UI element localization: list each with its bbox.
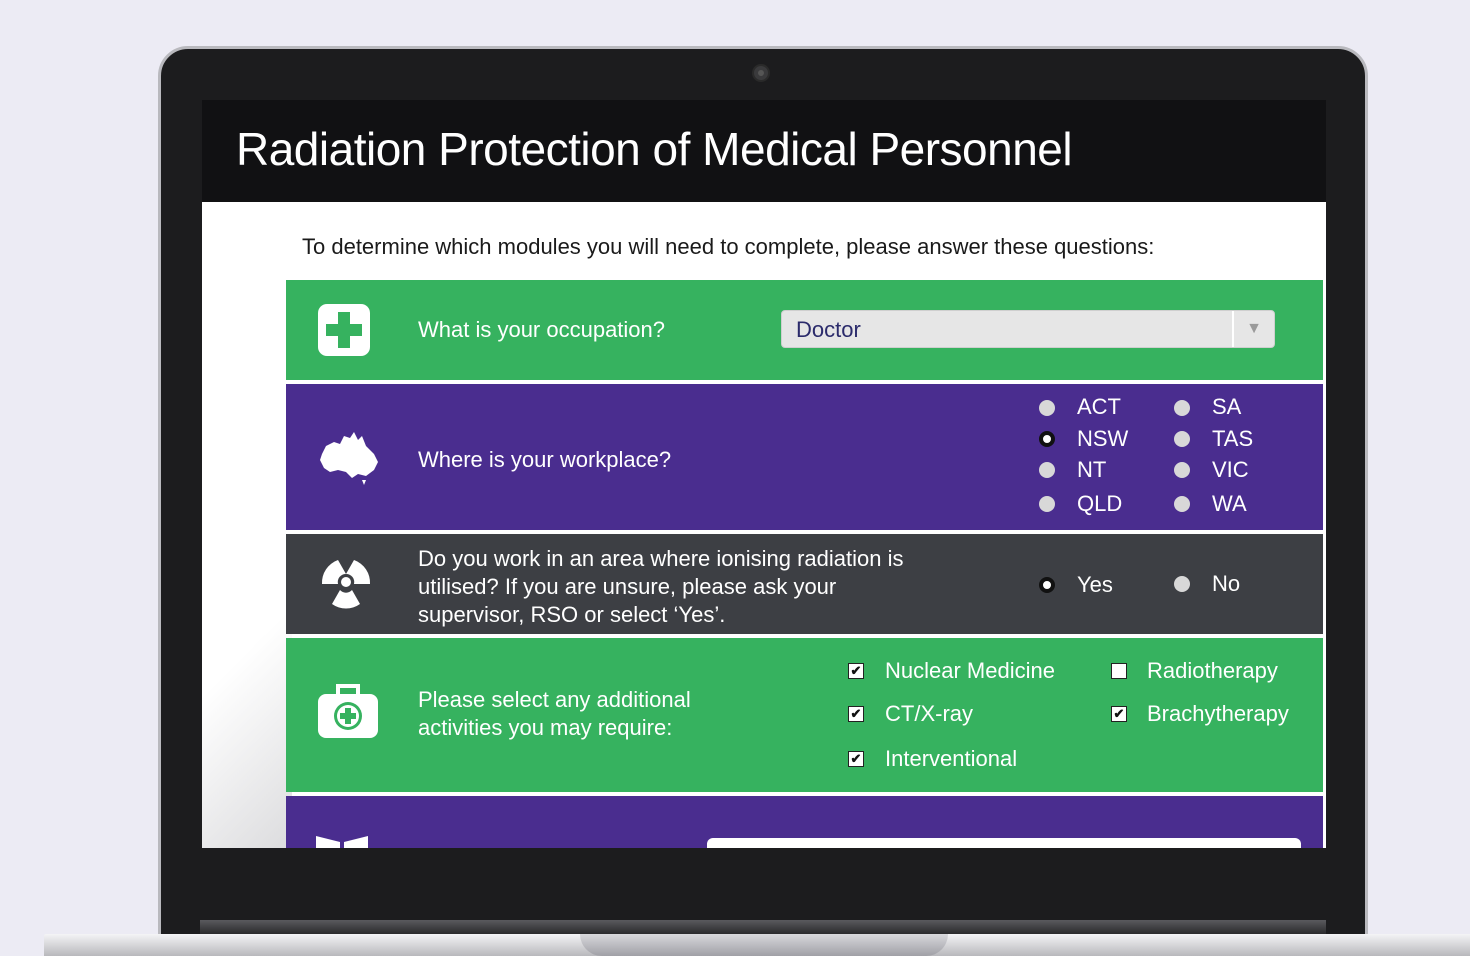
medical-cross-icon xyxy=(316,302,372,363)
radio-qld[interactable] xyxy=(1039,496,1055,512)
workplace-question: Where is your workplace? xyxy=(418,447,672,472)
next-question-input[interactable] xyxy=(707,838,1301,848)
laptop-base-notch xyxy=(580,934,948,956)
option-label: ACT xyxy=(1077,394,1121,419)
occupation-select[interactable]: Doctor ▼ xyxy=(781,310,1275,348)
radiation-question-line-3: supervisor, RSO or select ‘Yes’. xyxy=(418,602,726,627)
radiation-icon xyxy=(316,556,376,617)
activities-row: Please select any additional activities … xyxy=(286,638,1323,792)
option-label: SA xyxy=(1212,394,1242,419)
workplace-row: Where is your workplace? ACT NSW NT QLD … xyxy=(286,384,1323,530)
option-label: Interventional xyxy=(885,746,1018,771)
screen-reflection xyxy=(202,400,292,848)
option-label: No xyxy=(1212,571,1241,596)
radio-yes[interactable] xyxy=(1039,577,1055,593)
option-label: VIC xyxy=(1212,457,1249,482)
option-label: WA xyxy=(1212,491,1247,516)
checkbox-interventional[interactable]: ✔ xyxy=(848,751,864,767)
activities-question-line-2: activities you may require: xyxy=(418,715,673,740)
option-label: NSW xyxy=(1077,426,1129,451)
checkbox-radiotherapy[interactable] xyxy=(1111,663,1127,679)
option-label: Brachytherapy xyxy=(1147,701,1289,726)
page-title: Radiation Protection of Medical Personne… xyxy=(236,123,1073,175)
australia-map-icon xyxy=(316,428,382,491)
checkbox-brachytherapy[interactable]: ✔ xyxy=(1111,706,1127,722)
radiation-question-line-2: utilised? If you are unsure, please ask … xyxy=(418,574,837,599)
radio-vic[interactable] xyxy=(1174,462,1190,478)
laptop-hinge xyxy=(200,920,1326,934)
camera-icon xyxy=(752,64,770,82)
intro-text: To determine which modules you will need… xyxy=(302,234,1155,259)
option-label: Radiotherapy xyxy=(1147,658,1278,683)
option-label: NT xyxy=(1077,457,1107,482)
radio-sa[interactable] xyxy=(1174,400,1190,416)
activities-question-line-1: Please select any additional xyxy=(418,687,691,712)
radio-no[interactable] xyxy=(1174,576,1190,592)
radiation-question-line-1: Do you work in an area where ionising ra… xyxy=(418,546,904,571)
occupation-question: What is your occupation? xyxy=(418,317,666,342)
checkbox-nuclear-medicine[interactable]: ✔ xyxy=(848,663,864,679)
option-label: TAS xyxy=(1212,426,1254,451)
radio-nt[interactable] xyxy=(1039,462,1055,478)
occupation-row: What is your occupation? Doctor ▼ xyxy=(286,280,1323,380)
option-label: Yes xyxy=(1077,572,1113,597)
radio-nsw[interactable] xyxy=(1039,431,1055,447)
book-icon xyxy=(316,834,372,848)
chevron-down-icon[interactable]: ▼ xyxy=(1232,311,1274,347)
occupation-selected-value: Doctor xyxy=(796,317,861,342)
radiation-row: Do you work in an area where ionising ra… xyxy=(286,534,1323,634)
title-bar: Radiation Protection of Medical Personne… xyxy=(202,100,1326,202)
radio-wa[interactable] xyxy=(1174,496,1190,512)
first-aid-kit-icon xyxy=(316,682,380,745)
option-label: CT/X-ray xyxy=(885,701,973,726)
option-label: QLD xyxy=(1077,491,1123,516)
radio-tas[interactable] xyxy=(1174,431,1190,447)
screen: Radiation Protection of Medical Personne… xyxy=(202,100,1326,848)
radio-act[interactable] xyxy=(1039,400,1055,416)
option-label: Nuclear Medicine xyxy=(885,658,1055,683)
checkbox-ct-xray[interactable]: ✔ xyxy=(848,706,864,722)
